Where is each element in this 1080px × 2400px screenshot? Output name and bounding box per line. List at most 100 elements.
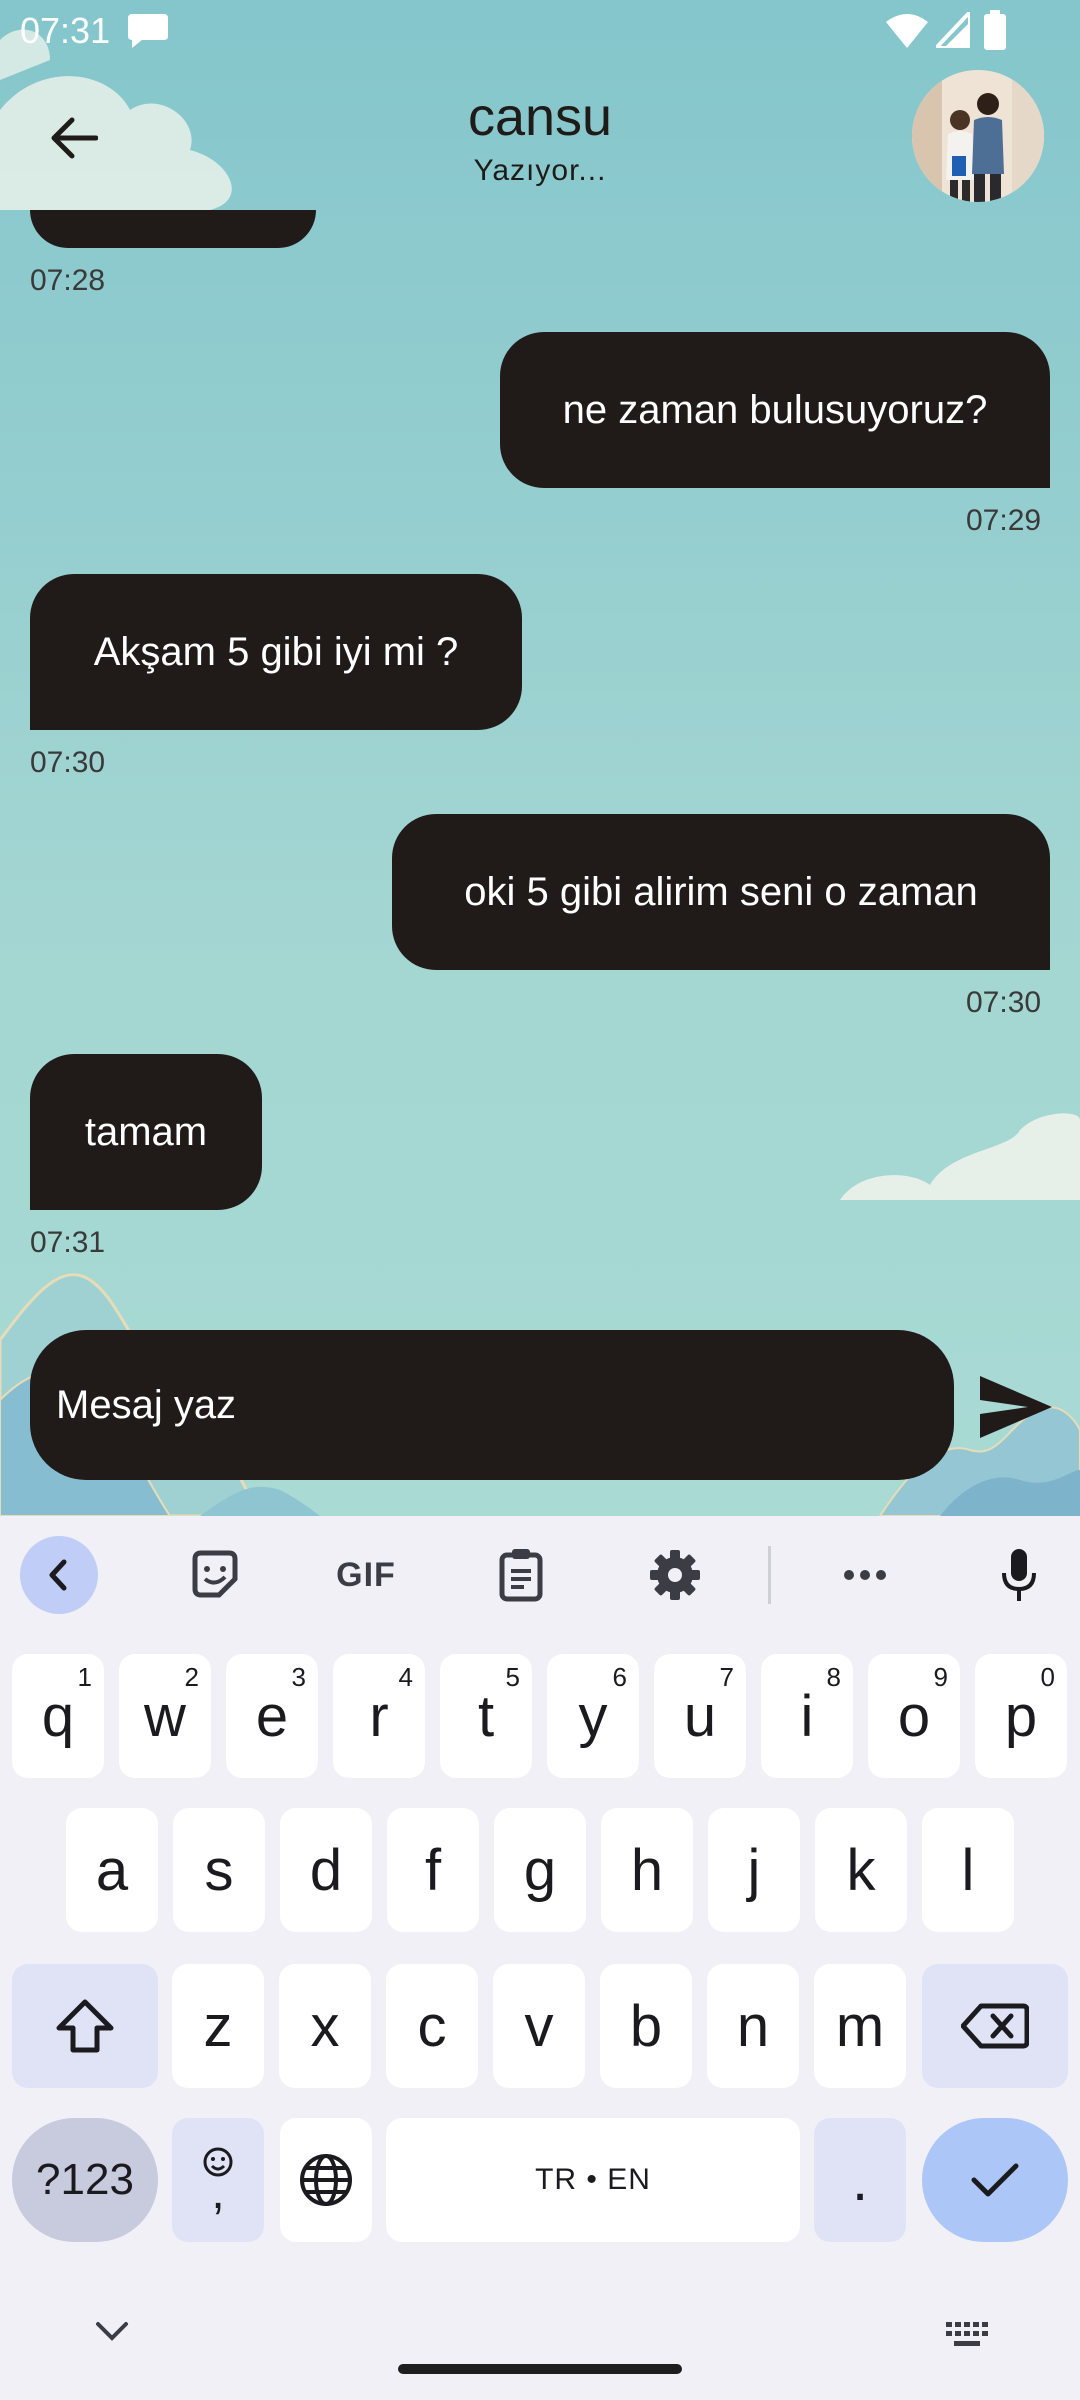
key-label: t	[477, 1683, 495, 1749]
key-label: e	[255, 1683, 289, 1749]
signal-icon	[936, 12, 970, 48]
backspace-key[interactable]	[922, 1964, 1068, 2088]
key-label: z	[203, 1993, 233, 2059]
contact-name: cansu	[467, 87, 613, 147]
message-bubble-outgoing[interactable]: ne zaman bulusuyoruz?	[500, 332, 1050, 488]
collapse-toolbar-button[interactable]	[20, 1536, 98, 1614]
key-label: k	[846, 1837, 876, 1903]
message-bubble-incoming[interactable]: tamam	[30, 1054, 262, 1210]
key[interactable]: q1	[12, 1654, 104, 1778]
key[interactable]: k	[815, 1808, 907, 1932]
chevron-down-icon[interactable]	[92, 2318, 132, 2346]
key[interactable]: c	[386, 1964, 478, 2088]
key[interactable]: l	[922, 1808, 1014, 1932]
key-hint: 4	[398, 1662, 413, 1692]
chat-header: cansu Yazıyor...	[0, 64, 1080, 214]
gear-icon	[650, 1550, 700, 1600]
key-label: f	[424, 1837, 442, 1903]
language-key[interactable]	[280, 2118, 372, 2242]
message-bubble-incoming[interactable]	[30, 210, 316, 248]
home-indicator[interactable]	[398, 2364, 682, 2374]
key[interactable]: m	[814, 1964, 906, 2088]
keyboard-switch-icon[interactable]	[946, 2322, 988, 2350]
keyboard: GIF ?123 , TR • EN . q 1 w 2 e 3 r 4 t 5…	[0, 1516, 1080, 2400]
key[interactable]: a	[66, 1808, 158, 1932]
key[interactable]: g	[494, 1808, 586, 1932]
key-label: w	[144, 1683, 186, 1749]
key-label: m	[835, 1993, 885, 2059]
key[interactable]: w2	[119, 1654, 211, 1778]
key-label: o	[897, 1683, 931, 1749]
key[interactable]: i8	[761, 1654, 853, 1778]
emoji-comma-key[interactable]: ,	[172, 2118, 264, 2242]
key-label: r	[369, 1683, 389, 1749]
toolbar-divider	[768, 1546, 771, 1604]
message-input[interactable]	[56, 1382, 916, 1428]
status-bar: 07:31	[0, 0, 1080, 64]
voice-input-button[interactable]	[984, 1536, 1054, 1614]
more-button[interactable]	[830, 1536, 900, 1614]
key-label: l	[961, 1837, 975, 1903]
key-hint: 7	[719, 1662, 734, 1692]
key-label: b	[629, 1993, 663, 2059]
key-label: p	[1004, 1683, 1038, 1749]
key-hint: 0	[1040, 1662, 1055, 1692]
key-label: s	[204, 1837, 234, 1903]
message-bubble-incoming[interactable]: Akşam 5 gibi iyi mi ?	[30, 574, 522, 730]
key[interactable]: d	[280, 1808, 372, 1932]
settings-button[interactable]	[640, 1536, 710, 1614]
key[interactable]: h	[601, 1808, 693, 1932]
key[interactable]: t5	[440, 1654, 532, 1778]
message-time: 07:31	[30, 1226, 106, 1259]
sticker-button[interactable]	[180, 1536, 250, 1614]
arrow-left-icon	[51, 117, 98, 159]
key[interactable]: n	[707, 1964, 799, 2088]
message-time: 07:30	[966, 986, 1042, 1019]
key[interactable]: j	[708, 1808, 800, 1932]
key[interactable]: u7	[654, 1654, 746, 1778]
message-time: 07:28	[30, 264, 106, 297]
sticker-icon	[192, 1550, 238, 1598]
key[interactable]: v	[493, 1964, 585, 2088]
key-label: c	[417, 1993, 447, 2059]
message-time: 07:29	[966, 504, 1042, 537]
key[interactable]: f	[387, 1808, 479, 1932]
period-key[interactable]: .	[814, 2118, 906, 2242]
message-bubble-outgoing[interactable]: oki 5 gibi alirim seni o zaman	[392, 814, 1050, 970]
key-hint: 2	[184, 1662, 199, 1692]
send-icon[interactable]	[978, 1372, 1054, 1442]
key-label: v	[524, 1993, 554, 2059]
key[interactable]: x	[279, 1964, 371, 2088]
key[interactable]: r4	[333, 1654, 425, 1778]
mic-icon	[1002, 1549, 1036, 1601]
clipboard-icon	[499, 1549, 543, 1602]
shift-icon	[56, 1999, 114, 2053]
key[interactable]: e3	[226, 1654, 318, 1778]
key[interactable]: b	[600, 1964, 692, 2088]
status-time: 07:31	[20, 10, 111, 51]
key-hint: 9	[933, 1662, 948, 1692]
gif-button[interactable]: GIF	[326, 1536, 406, 1614]
enter-key[interactable]	[922, 2118, 1068, 2242]
globe-icon	[300, 2154, 352, 2206]
clipboard-button[interactable]	[486, 1536, 556, 1614]
keyboard-toolbar: GIF	[0, 1516, 1080, 1632]
avatar[interactable]	[912, 70, 1044, 202]
message-compose-box[interactable]	[30, 1330, 954, 1480]
symbols-key[interactable]: ?123	[12, 2118, 158, 2242]
key[interactable]: s	[173, 1808, 265, 1932]
space-key[interactable]: TR • EN	[386, 2118, 800, 2242]
key[interactable]: p0	[975, 1654, 1067, 1778]
key-label: a	[95, 1837, 129, 1903]
key-hint: 5	[505, 1662, 520, 1692]
key[interactable]: z	[172, 1964, 264, 2088]
key-label: u	[683, 1683, 717, 1749]
chat-area: 07:31 cansu Yazıyor... 07:28 ne zaman bu…	[0, 0, 1080, 1516]
message-notification-icon	[128, 14, 168, 48]
key[interactable]: o9	[868, 1654, 960, 1778]
key[interactable]: y6	[547, 1654, 639, 1778]
shift-key[interactable]	[12, 1964, 158, 2088]
key-hint: 1	[77, 1662, 92, 1692]
back-button[interactable]	[40, 104, 108, 172]
key-label: n	[736, 1993, 770, 2059]
